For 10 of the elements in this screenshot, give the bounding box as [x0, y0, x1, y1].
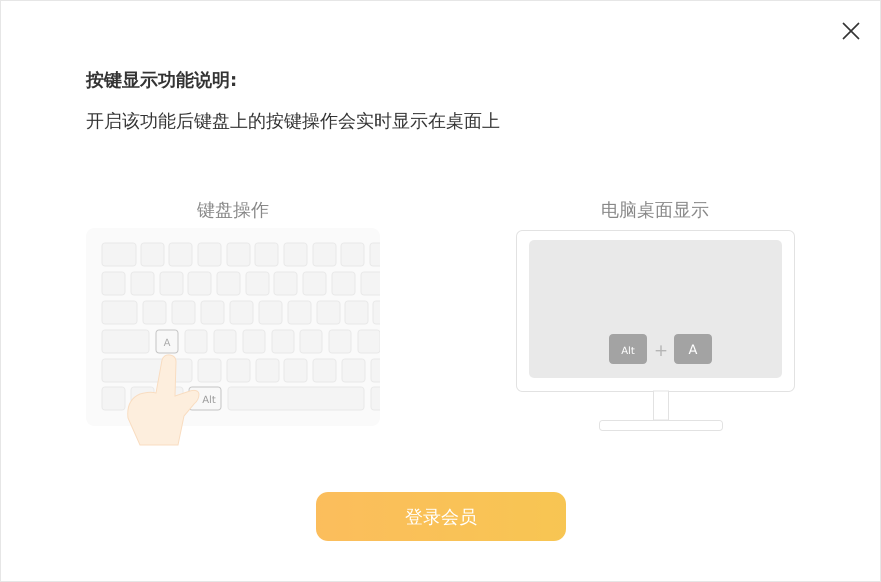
login-button[interactable]: 登录会员 [316, 492, 566, 541]
description-text: 开启该功能后键盘上的按键操作会实时显示在桌面上 [86, 110, 501, 134]
close-icon[interactable] [841, 21, 861, 41]
key: A [156, 330, 178, 354]
plus-sign: + [654, 341, 668, 361]
key: A [674, 334, 712, 364]
keyboard-caption: 键盘操作 [197, 200, 269, 222]
desktop-caption: 电脑桌面显示 [601, 200, 709, 222]
dialog-title: 按键显示功能说明: [86, 69, 238, 93]
key: Alt [609, 334, 647, 364]
